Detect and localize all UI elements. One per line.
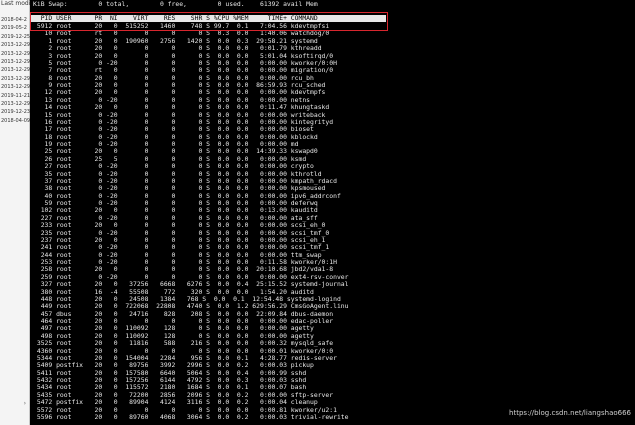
watermark: https://blog.csdn.net/liangshao666 xyxy=(509,409,631,417)
modified-date: 2019-11-21 xyxy=(1,92,31,99)
modified-date: 2013-12-29 xyxy=(1,67,31,74)
file-browser-sidebar: Last modifi 2018-04-2 2019-05-2 2019-12-25… xyxy=(0,0,34,425)
modified-date: 2013-12-29 xyxy=(1,59,31,66)
modified-date: 2013-12-29 xyxy=(1,84,31,91)
modified-date: 2013-12-29 xyxy=(1,42,31,49)
modified-dates-list: 2018-04-2 2019-05-2 2019-12-25 2013-12-29 20… xyxy=(1,16,30,125)
modified-date: 2013-12-29 xyxy=(1,50,31,57)
expand-arrow-icon[interactable]: › xyxy=(23,400,27,407)
modified-date: 2018-04-2 xyxy=(1,17,27,23)
swap-summary-line: KiB Swap: 0 total, 0 free, 0 used. 61392… xyxy=(33,0,318,8)
modified-date: 2019-05-2 xyxy=(1,25,27,32)
modified-date: 2019-12-23 xyxy=(1,109,31,116)
modified-date: 2019-12-25 xyxy=(1,33,31,40)
process-list: 5912 root 20 0 515252 1460 748 S 99.7 0.… xyxy=(33,22,349,421)
process-row: 5596 root 20 0 89760 4068 3064 S 0.0 0.2… xyxy=(33,412,349,421)
modified-date: 2013-12-29 xyxy=(1,75,31,82)
process-table-header: PID USER PR NI VIRT RES SHR S %CPU %MEM … xyxy=(30,15,386,22)
modified-date: 2013-12-29 xyxy=(1,101,31,108)
header-columns: PID USER PR NI VIRT RES SHR S %CPU %MEM … xyxy=(33,14,318,22)
terminal-window[interactable]: KiB Swap: 0 total, 0 free, 0 used. 61392… xyxy=(30,0,635,425)
modified-date: 2018-04-09 xyxy=(1,117,31,124)
